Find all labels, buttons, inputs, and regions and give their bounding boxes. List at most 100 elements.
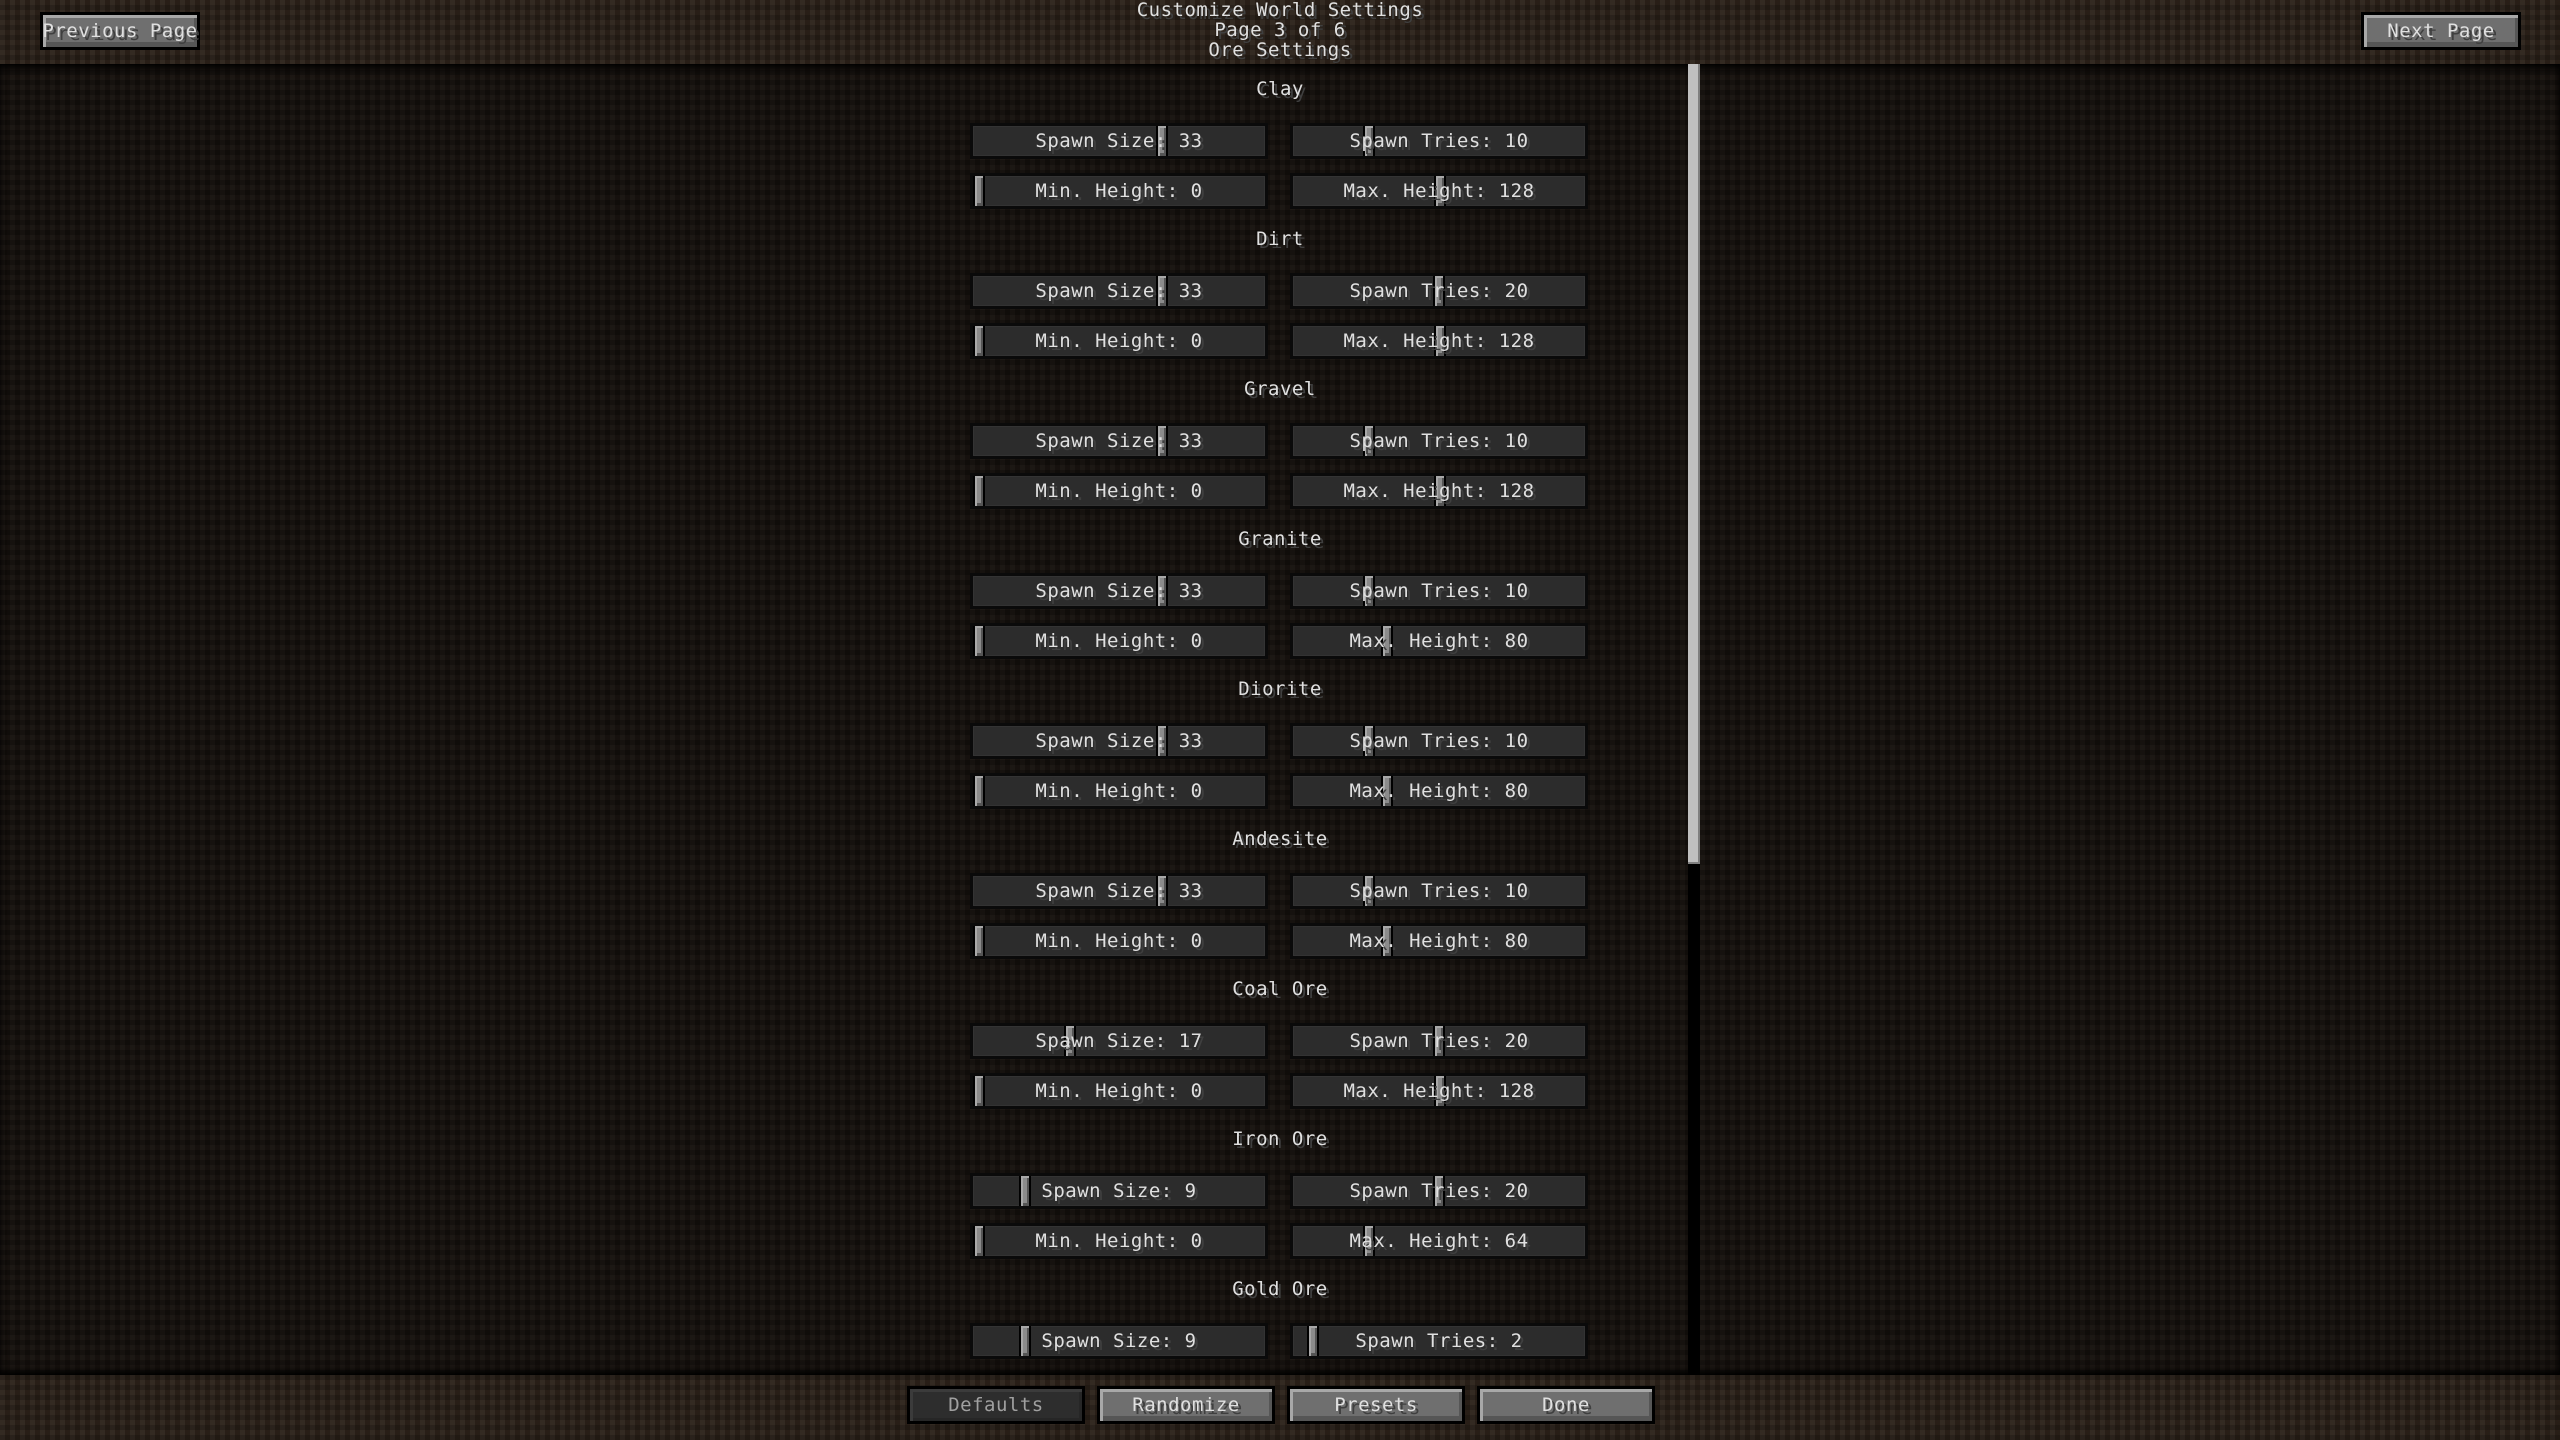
header-bar: Previous Page Customize World Settings P…: [0, 0, 2560, 64]
section-title: Gravel: [1244, 378, 1316, 400]
spawn-tries-slider[interactable]: Spawn Tries: 2: [1290, 1323, 1588, 1359]
slider-label: Spawn Tries: 10: [1349, 880, 1529, 902]
spawn-tries-slider[interactable]: Spawn Tries: 20: [1290, 1023, 1588, 1059]
done-button[interactable]: Done: [1477, 1386, 1655, 1424]
section-title: Coal Ore: [1232, 978, 1328, 1000]
slider-thumb[interactable]: [1156, 426, 1168, 456]
spawn-size-slider[interactable]: Spawn Size: 33: [970, 723, 1268, 759]
max-height-slider[interactable]: Max. Height: 80: [1290, 923, 1588, 959]
slider-thumb[interactable]: [1363, 1226, 1375, 1256]
slider-thumb[interactable]: [1363, 876, 1375, 906]
max-height-slider[interactable]: Max. Height: 128: [1290, 1073, 1588, 1109]
defaults-button[interactable]: Defaults: [907, 1386, 1085, 1424]
spawn-tries-slider[interactable]: Spawn Tries: 10: [1290, 423, 1588, 459]
slider-label: Spawn Size: 9: [1041, 1180, 1197, 1202]
slider-thumb[interactable]: [1434, 476, 1446, 506]
max-height-slider[interactable]: Max. Height: 128: [1290, 173, 1588, 209]
spawn-tries-slider[interactable]: Spawn Tries: 10: [1290, 723, 1588, 759]
max-height-slider[interactable]: Max. Height: 64: [1290, 1223, 1588, 1259]
slider-thumb[interactable]: [973, 926, 985, 956]
min-height-slider[interactable]: Min. Height: 0: [970, 473, 1268, 509]
spawn-size-slider[interactable]: Spawn Size: 33: [970, 273, 1268, 309]
slider-thumb[interactable]: [1363, 726, 1375, 756]
slider-label: Spawn Tries: 10: [1349, 580, 1529, 602]
slider-thumb[interactable]: [973, 776, 985, 806]
done-label: Done: [1542, 1394, 1590, 1416]
slider-thumb[interactable]: [973, 476, 985, 506]
min-height-slider[interactable]: Min. Height: 0: [970, 923, 1268, 959]
spawn-tries-slider[interactable]: Spawn Tries: 10: [1290, 873, 1588, 909]
section-title: Diorite: [1238, 678, 1322, 700]
section-title: Iron Ore: [1232, 1128, 1328, 1150]
slider-thumb[interactable]: [1156, 726, 1168, 756]
slider-thumb[interactable]: [1363, 426, 1375, 456]
slider-thumb[interactable]: [1381, 776, 1393, 806]
slider-label: Max. Height: 64: [1349, 1230, 1529, 1252]
slider-thumb[interactable]: [1381, 626, 1393, 656]
slider-thumb[interactable]: [1434, 1076, 1446, 1106]
slider-thumb[interactable]: [1433, 1026, 1445, 1056]
spawn-size-slider[interactable]: Spawn Size: 33: [970, 123, 1268, 159]
spawn-size-slider[interactable]: Spawn Size: 33: [970, 423, 1268, 459]
page-name: Ore Settings: [1208, 39, 1352, 61]
slider-thumb[interactable]: [1433, 276, 1445, 306]
slider-thumb[interactable]: [1064, 1026, 1076, 1056]
min-height-slider[interactable]: Min. Height: 0: [970, 623, 1268, 659]
slider-thumb[interactable]: [1363, 576, 1375, 606]
next-page-button[interactable]: Next Page: [2361, 12, 2521, 50]
slider-label: Min. Height: 0: [1035, 930, 1203, 952]
slider-thumb[interactable]: [973, 626, 985, 656]
max-height-slider[interactable]: Max. Height: 128: [1290, 473, 1588, 509]
slider-thumb[interactable]: [1019, 1326, 1031, 1356]
slider-thumb[interactable]: [1156, 576, 1168, 606]
min-height-slider[interactable]: Min. Height: 0: [970, 323, 1268, 359]
spawn-tries-slider[interactable]: Spawn Tries: 10: [1290, 573, 1588, 609]
slider-label: Min. Height: 0: [1035, 330, 1203, 352]
spawn-size-slider[interactable]: Spawn Size: 9: [970, 1323, 1268, 1359]
slider-thumb[interactable]: [1434, 176, 1446, 206]
randomize-label: Randomize: [1132, 1394, 1240, 1416]
slider-thumb[interactable]: [973, 326, 985, 356]
slider-label: Spawn Tries: 10: [1349, 430, 1529, 452]
slider-label: Spawn Size: 33: [1035, 730, 1203, 752]
slider-label: Max. Height: 80: [1349, 930, 1529, 952]
slider-label: Spawn Size: 33: [1035, 130, 1203, 152]
spawn-tries-slider[interactable]: Spawn Tries: 20: [1290, 1173, 1588, 1209]
slider-thumb[interactable]: [1381, 926, 1393, 956]
slider-label: Spawn Tries: 10: [1349, 130, 1529, 152]
presets-button[interactable]: Presets: [1287, 1386, 1465, 1424]
min-height-slider[interactable]: Min. Height: 0: [970, 773, 1268, 809]
spawn-tries-slider[interactable]: Spawn Tries: 10: [1290, 123, 1588, 159]
min-height-slider[interactable]: Min. Height: 0: [970, 1073, 1268, 1109]
scrollbar[interactable]: [1688, 64, 1700, 1375]
randomize-button[interactable]: Randomize: [1097, 1386, 1275, 1424]
scrollbar-thumb[interactable]: [1688, 64, 1700, 864]
slider-thumb[interactable]: [973, 176, 985, 206]
slider-thumb[interactable]: [1307, 1326, 1319, 1356]
min-height-slider[interactable]: Min. Height: 0: [970, 173, 1268, 209]
slider-thumb[interactable]: [1363, 126, 1375, 156]
spawn-size-slider[interactable]: Spawn Size: 9: [970, 1173, 1268, 1209]
max-height-slider[interactable]: Max. Height: 80: [1290, 773, 1588, 809]
spawn-size-slider[interactable]: Spawn Size: 33: [970, 873, 1268, 909]
min-height-slider[interactable]: Min. Height: 0: [970, 1223, 1268, 1259]
slider-thumb[interactable]: [1156, 876, 1168, 906]
max-height-slider[interactable]: Max. Height: 80: [1290, 623, 1588, 659]
slider-thumb[interactable]: [1433, 1176, 1445, 1206]
settings-list[interactable]: Clay Spawn Size: 33 Spawn Tries: 10 Min. He…: [0, 64, 2560, 1375]
max-height-slider[interactable]: Max. Height: 128: [1290, 323, 1588, 359]
slider-thumb[interactable]: [1156, 126, 1168, 156]
presets-label: Presets: [1334, 1394, 1418, 1416]
screen-title: Customize World Settings: [1136, 0, 1424, 21]
slider-thumb[interactable]: [973, 1076, 985, 1106]
slider-label: Spawn Tries: 10: [1349, 730, 1529, 752]
spawn-tries-slider[interactable]: Spawn Tries: 20: [1290, 273, 1588, 309]
spawn-size-slider[interactable]: Spawn Size: 17: [970, 1023, 1268, 1059]
slider-thumb[interactable]: [973, 1226, 985, 1256]
defaults-label: Defaults: [948, 1394, 1044, 1416]
slider-thumb[interactable]: [1434, 326, 1446, 356]
slider-label: Max. Height: 80: [1349, 630, 1529, 652]
slider-thumb[interactable]: [1156, 276, 1168, 306]
spawn-size-slider[interactable]: Spawn Size: 33: [970, 573, 1268, 609]
slider-thumb[interactable]: [1019, 1176, 1031, 1206]
